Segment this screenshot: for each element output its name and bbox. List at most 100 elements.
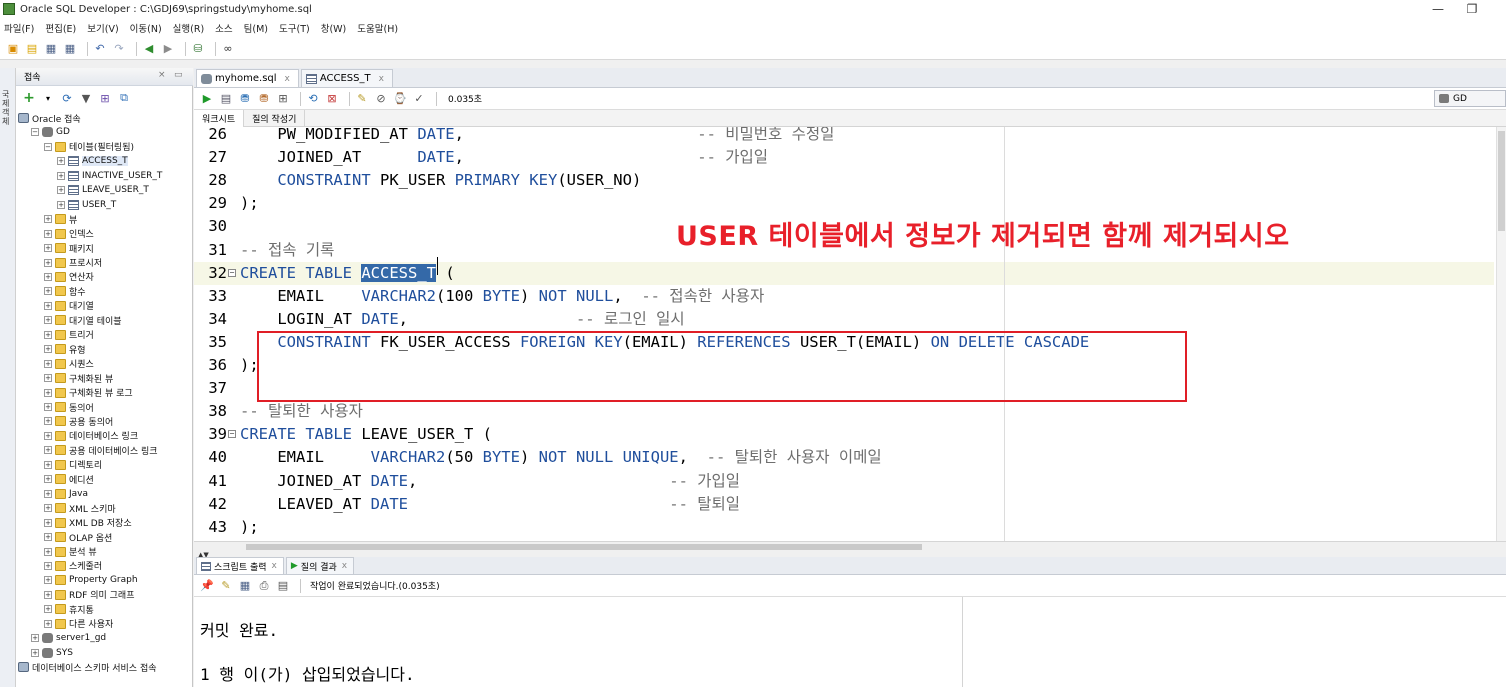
run-statement-icon[interactable]: ▶ (200, 92, 214, 106)
tree-item[interactable]: + 휴지통 (44, 602, 94, 616)
expand-icon[interactable]: + (44, 460, 52, 469)
expand-icon[interactable]: + (57, 186, 65, 195)
collapse-icon[interactable]: − (31, 128, 39, 137)
explain-plan-icon[interactable]: ⊞ (276, 92, 290, 106)
tree-item[interactable]: + INACTIVE_USER_T (57, 169, 162, 183)
vertical-tab-reports[interactable]: 국제 객체 (2, 90, 14, 126)
menu-item[interactable]: 창(W) (321, 21, 347, 35)
tree-item[interactable]: + 구체화된 뷰 (44, 371, 113, 385)
tab-close-icon[interactable]: x (272, 561, 277, 571)
tree-item[interactable]: + 프로시저 (44, 256, 102, 270)
tab-close-icon[interactable]: x (379, 74, 384, 84)
code-line[interactable]: 34 LOGIN_AT DATE, -- 로그인 일시 (194, 308, 1494, 331)
tree-item[interactable]: + 연산자 (44, 270, 94, 284)
expand-icon[interactable]: + (44, 330, 52, 339)
collapse-icon[interactable]: − (44, 142, 52, 151)
sql-editor[interactable]: 43); 42 LEAVED_AT DATE -- 탈퇴일 41 JOINED_AT… (194, 127, 1506, 541)
pin-icon[interactable]: 📌 (200, 579, 214, 593)
tree-item[interactable]: + 구체화된 뷰 로그 (44, 386, 133, 400)
code-line[interactable]: 41 JOINED_AT DATE, -- 가입일 (194, 470, 1494, 493)
expand-icon[interactable]: + (44, 489, 52, 498)
tab-script-output[interactable]: 스크립트 출력 x (196, 557, 284, 574)
tree-item[interactable]: + Property Graph (44, 573, 138, 587)
expand-icon[interactable]: + (44, 403, 52, 411)
code-line[interactable]: 43); (194, 516, 1494, 539)
tree-item[interactable]: + 공용 동의어 (44, 414, 113, 428)
expand-icon[interactable]: + (44, 619, 52, 628)
fold-icon[interactable]: − (228, 268, 236, 277)
tree-item[interactable]: 데이터베이스 스키마 서비스 접속 (18, 660, 157, 674)
menu-item[interactable]: 소스 (215, 21, 232, 35)
expand-icon[interactable]: + (44, 576, 52, 585)
code-line[interactable]: 27 JOINED_AT DATE, -- 가입일 (194, 146, 1494, 169)
code-line[interactable]: 26 PW_MODIFIED_AT DATE, -- 비밀번호 수정일 (194, 127, 1494, 146)
undo-icon[interactable]: ↶ (93, 42, 107, 56)
tree-item[interactable]: + 데이터베이스 링크 (44, 429, 138, 443)
menu-item[interactable]: 이동(N) (130, 21, 162, 35)
save-icon[interactable]: ▦ (44, 42, 58, 56)
fold-icon[interactable]: − (228, 430, 236, 439)
expand-icon[interactable]: + (44, 287, 52, 296)
expand-icon[interactable]: + (44, 446, 52, 455)
tree-item[interactable]: + 패키지 (44, 241, 94, 255)
sql-worksheet-icon[interactable]: ⛁ (191, 42, 205, 56)
code-line[interactable]: 28 CONSTRAINT PK_USER PRIMARY KEY(USER_N… (194, 169, 1494, 192)
expand-icon[interactable]: + (44, 590, 52, 599)
expand-icon[interactable]: + (44, 272, 52, 281)
back-icon[interactable]: ◀ (142, 42, 156, 56)
expand-icon[interactable]: + (44, 431, 52, 440)
tree-item[interactable]: + 동의어 (44, 400, 94, 414)
expand-icon[interactable]: + (44, 359, 52, 368)
spell-icon[interactable]: ✓ (412, 92, 426, 106)
expand-icon[interactable]: + (44, 561, 52, 570)
autotrace-icon[interactable]: ⊠ (325, 92, 339, 106)
panel-minimize-icon[interactable]: ▭ (174, 70, 183, 80)
tab-worksheet[interactable]: 워크시트 (194, 109, 245, 127)
expand-icon[interactable]: + (44, 417, 52, 426)
maximize-button[interactable]: ❐ (1452, 0, 1492, 18)
tree-item[interactable]: + 인덱스 (44, 227, 94, 241)
expand-icon[interactable]: + (44, 229, 52, 238)
scrollbar-thumb[interactable] (246, 544, 922, 550)
menu-item[interactable]: 도움말(H) (357, 21, 398, 35)
expand-icon[interactable]: + (44, 301, 52, 310)
history-icon[interactable]: ⌚ (393, 92, 407, 106)
tree-item[interactable]: + RDF 의미 그래프 (44, 588, 134, 602)
tree-item[interactable]: − GD (31, 125, 70, 139)
expand-icon[interactable]: + (44, 518, 52, 527)
tree-item[interactable]: + 대기열 테이블 (44, 313, 122, 327)
tab-query-builder[interactable]: 질의 작성기 (244, 109, 306, 127)
expand-icon[interactable]: + (44, 605, 52, 614)
buffer-icon[interactable]: ▤ (276, 579, 290, 593)
code-line[interactable]: 42 LEAVED_AT DATE -- 탈퇴일 (194, 493, 1494, 516)
tab-access-t[interactable]: ACCESS_T x (300, 69, 393, 87)
expand-icon[interactable]: + (44, 316, 52, 325)
tree-item[interactable]: + 함수 (44, 284, 86, 298)
add-connection-icon[interactable]: + (22, 90, 36, 106)
code-line[interactable]: 38 -- 탈퇴한 사용자 (194, 400, 1494, 423)
schema-browser-icon[interactable]: ⊞ (98, 91, 112, 105)
tree-item[interactable]: + 뷰 (44, 212, 77, 226)
tab-myhome-sql[interactable]: myhome.sql x (196, 69, 299, 87)
expand-icon[interactable]: + (44, 258, 52, 267)
menu-item[interactable]: 팀(M) (244, 21, 268, 35)
tree-item[interactable]: + 분석 뷰 (44, 545, 97, 559)
editor-vertical-scrollbar[interactable] (1496, 127, 1506, 541)
tree-item[interactable]: + OLAP 옵션 (44, 530, 112, 544)
expand-icon[interactable]: + (44, 215, 52, 224)
expand-icon[interactable]: + (44, 547, 52, 556)
tab-close-icon[interactable]: x (285, 74, 290, 84)
connection-select[interactable]: GD (1434, 90, 1506, 107)
tree-item[interactable]: + XML 스키마 (44, 501, 116, 515)
tree-item[interactable]: + 스케줄러 (44, 559, 102, 573)
save-output-icon[interactable]: ▦ (238, 579, 252, 593)
tree-item[interactable]: + 유형 (44, 342, 86, 356)
menu-item[interactable]: 보기(V) (87, 21, 118, 35)
expand-icon[interactable]: + (44, 504, 52, 513)
expand-icon[interactable]: + (44, 374, 52, 383)
tree-item[interactable]: + ACCESS_T (57, 154, 128, 168)
code-line[interactable]: 33 EMAIL VARCHAR2(100 BYTE) NOT NULL, --… (194, 285, 1494, 308)
import-icon[interactable]: ⧉ (117, 91, 131, 105)
print-icon[interactable]: ⎙ (257, 579, 271, 593)
script-output-area[interactable]: 커밋 완료. 1 행 이(가) 삽입되었습니다. (194, 597, 1506, 687)
